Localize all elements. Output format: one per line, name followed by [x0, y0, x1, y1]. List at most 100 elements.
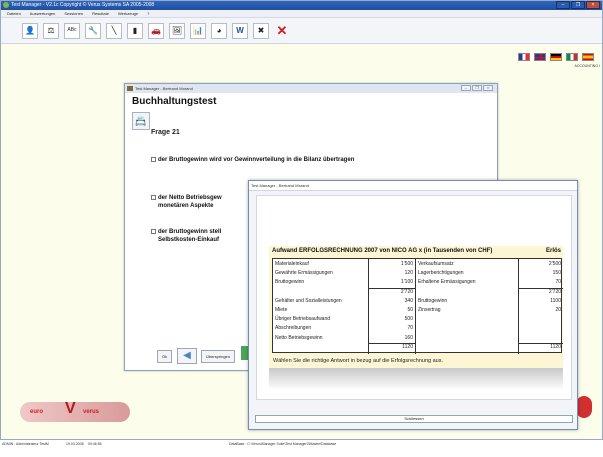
income-statement-window: Test Manager - Bertrand Morand Aufwand E…	[248, 180, 578, 430]
delete-icon[interactable]: ✕	[274, 23, 290, 39]
expense-value: 2'720	[400, 288, 413, 295]
bg-maximize-button[interactable]: ❐	[472, 85, 482, 91]
flag-de-icon[interactable]	[550, 53, 562, 61]
expense-label: Gehälter und Sozialleistungen	[275, 297, 342, 304]
expense-value: 50	[407, 307, 413, 313]
close-dialog-button[interactable]: Schliessen	[255, 415, 573, 423]
status-date: 19.03.2008	[66, 442, 84, 446]
logo-text-left: euro	[30, 409, 44, 415]
revenue-label: Erhaltene Ermässigungen	[418, 279, 476, 286]
expense-value: 1'500	[400, 261, 413, 267]
menu-sessionen[interactable]: Sessionen	[64, 10, 83, 17]
euroverus-logo: euro V verus	[20, 400, 130, 422]
answer-option-3[interactable]: der Bruttogewinn stell Selbstkosten-Eink…	[151, 228, 222, 244]
answer-checkbox-2[interactable]	[151, 195, 156, 200]
app-title: Test Manager - V2.1c Copyright © Verus S…	[11, 2, 155, 8]
expense-label: Netto Betriebsgewinn	[275, 334, 323, 341]
revenue-value: 150	[552, 270, 561, 277]
revenue-value: 2'720	[548, 288, 561, 295]
income-window-body: Aufwand ERFOLGSRECHNUNG 2007 von NICO AG…	[256, 195, 572, 400]
flag-it-icon[interactable]	[566, 53, 578, 61]
tools-icon[interactable]: ╲	[106, 22, 122, 39]
expense-value: 1'100	[400, 279, 413, 286]
answer-option-2-text-line2: monetären Aspekte	[158, 203, 214, 209]
expense-label: Materialeinkauf	[275, 261, 309, 267]
main-window: Test Manager - V2.1c Copyright © Verus S…	[0, 0, 603, 440]
revenue-value: 1120	[550, 343, 561, 350]
revenue-label: Lagerberichtigungen	[418, 270, 464, 277]
flag-en-icon[interactable]	[534, 53, 546, 61]
income-statement-title: Aufwand ERFOLGSRECHNUNG 2007 von NICO AG…	[272, 248, 493, 254]
pie-icon[interactable]: ◕	[211, 22, 227, 39]
toolbar: 👤 ⚖ ABc 🔧 ╲ ▮ 🚗 🖼 📊 ◕ W ✖ ✕	[1, 18, 602, 44]
menu-bar: Dateien Auswertungen Sessionen Resultate…	[1, 10, 602, 18]
car-icon[interactable]: 🚗	[148, 22, 164, 39]
flag-fr-icon[interactable]	[518, 53, 530, 61]
chart-icon[interactable]: 📊	[190, 22, 206, 39]
maximize-button[interactable]: ❐	[571, 1, 585, 9]
income-statement-table: Materialeinkauf 1'500 Verkaufsumsatz 2'500 G…	[272, 258, 563, 354]
income-window-title: Test Manager - Bertrand Morand	[249, 181, 577, 191]
test-heading: Buchhaltungstest	[132, 96, 217, 107]
accounting-label: ACCOUNTING I	[574, 64, 600, 68]
app-icon	[3, 2, 9, 8]
answer-option-3-text: der Bruttogewinn stell	[158, 229, 222, 235]
bg-close-button[interactable]: ×	[483, 85, 493, 91]
title-bar: Test Manager - V2.1c Copyright © Verus S…	[1, 1, 602, 10]
income-statement-panel: Aufwand ERFOLGSRECHNUNG 2007 von NICO AG…	[269, 246, 563, 368]
expense-value: 120	[404, 270, 413, 277]
menu-resultate[interactable]: Resultate	[92, 10, 109, 17]
minimize-button[interactable]: –	[556, 1, 570, 9]
answer-option-1[interactable]: der Bruttogewinn wird vor Gewinnverteilu…	[151, 156, 354, 164]
expense-value: 70	[407, 325, 413, 332]
decorative-shape	[576, 396, 592, 418]
flag-es-icon[interactable]	[582, 53, 594, 61]
revenue-value: 1100	[550, 297, 561, 304]
expense-value: 500	[404, 316, 413, 323]
question-window-title: Test Manager - Bertrand Morand	[135, 86, 193, 91]
answer-option-2[interactable]: der Netto Betriebsgew monetären Aspekte	[151, 194, 222, 210]
question-icon[interactable]: 📇	[132, 112, 150, 130]
expense-label: Miete	[275, 307, 288, 313]
answer-checkbox-1[interactable]	[151, 157, 156, 162]
menu-werkzeuge[interactable]: Werkzeuge	[118, 10, 138, 17]
menu-help[interactable]: ?	[147, 10, 149, 17]
ok-button[interactable]: Ok	[157, 350, 172, 363]
expense-label: Gewährte Ermässigungen	[275, 270, 333, 277]
revenue-label: Zinsertrag	[418, 307, 441, 313]
revenue-label: Verkaufsumsatz	[418, 261, 454, 267]
menu-auswertungen[interactable]: Auswertungen	[30, 10, 56, 17]
skip-button[interactable]: Überspringen	[201, 350, 235, 363]
answer-checkbox-3[interactable]	[151, 229, 156, 234]
status-user: ADMIN : Administrateur TestM	[2, 442, 49, 446]
status-time: 09:46:55	[88, 442, 102, 446]
tools2-icon[interactable]: ✖	[253, 22, 269, 39]
revenue-header: Erlös	[545, 248, 561, 254]
expense-value: 160	[404, 334, 413, 341]
document-icon[interactable]: ▮	[127, 22, 143, 39]
users-icon[interactable]: 👤	[22, 22, 38, 39]
question-window-controls: – ❐ ×	[461, 85, 493, 91]
menu-dateien[interactable]: Dateien	[7, 10, 21, 17]
abc-icon[interactable]: ABc	[64, 22, 80, 39]
subtotal-line	[518, 342, 563, 344]
language-flags	[518, 53, 594, 61]
logo-v-icon: V	[65, 400, 76, 417]
scale-icon[interactable]: ⚖	[43, 22, 59, 39]
image-icon[interactable]: 🖼	[169, 22, 185, 39]
subtotal-line	[368, 342, 415, 344]
back-arrow-icon[interactable]: ◀	[177, 348, 197, 364]
expense-label: Übriger Betriebsaufwand	[275, 316, 331, 323]
wrench-icon[interactable]: 🔧	[85, 22, 101, 39]
expense-value: 1120	[402, 343, 413, 350]
question-window-titlebar: Test Manager - Bertrand Morand – ❐ ×	[125, 84, 497, 93]
answer-option-2-text: der Netto Betriebsgew	[158, 195, 222, 201]
revenue-value: 20	[555, 307, 561, 313]
bg-minimize-button[interactable]: –	[461, 85, 471, 91]
revenue-label: Bruttogewinn	[418, 297, 448, 304]
word-icon[interactable]: W	[232, 22, 248, 39]
close-button[interactable]: ×	[586, 1, 600, 9]
status-bar: ADMIN : Administrateur TestM 19.03.2008 …	[0, 440, 603, 449]
revenue-value: 70	[555, 279, 561, 286]
answer-option-3-text-line2: Selbstkosten-Einkauf	[158, 237, 220, 243]
